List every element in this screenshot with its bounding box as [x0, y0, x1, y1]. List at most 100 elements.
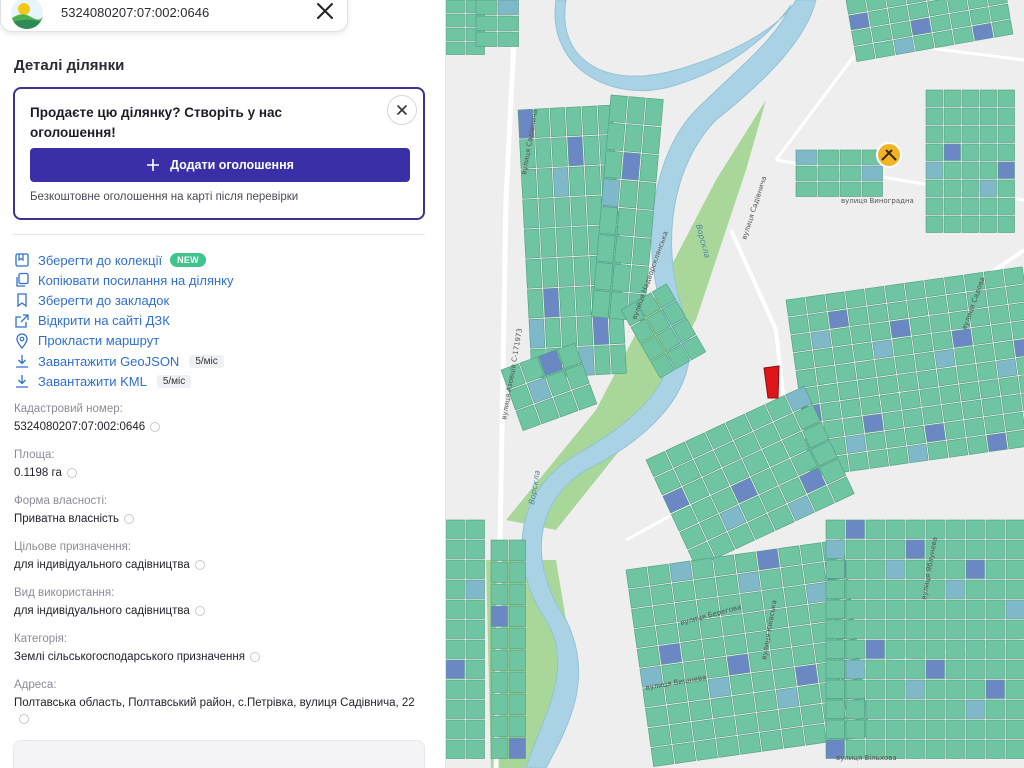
parcel[interactable]: [835, 362, 857, 383]
parcel[interactable]: [945, 579, 965, 599]
parcel[interactable]: [893, 36, 915, 55]
parcel[interactable]: [949, 10, 972, 29]
bottom-card[interactable]: [13, 740, 425, 768]
parcel[interactable]: [783, 584, 808, 607]
parcel[interactable]: [800, 703, 824, 726]
parcel[interactable]: [965, 639, 985, 659]
parcel[interactable]: [981, 396, 1003, 417]
parcel[interactable]: [446, 679, 465, 699]
parcel[interactable]: [845, 434, 867, 454]
parcel[interactable]: [983, 269, 1006, 289]
map-canvas[interactable]: вулиця Садівнича вулиця Садівнича вулиця…: [446, 0, 1024, 768]
parcel[interactable]: [552, 167, 570, 198]
parcel[interactable]: [694, 738, 718, 761]
parcel[interactable]: [943, 125, 961, 143]
parcel[interactable]: [885, 699, 905, 719]
parcel[interactable]: [905, 519, 925, 539]
parcel[interactable]: [508, 627, 526, 649]
parcel[interactable]: [554, 197, 571, 227]
parcel[interactable]: [839, 149, 861, 165]
parcel[interactable]: [641, 125, 662, 155]
parcel[interactable]: [943, 197, 961, 215]
search-bar[interactable]: 5324080207:07:002:0646: [0, 0, 348, 32]
parcel[interactable]: [965, 559, 985, 579]
parcel[interactable]: [945, 539, 965, 559]
parcel[interactable]: [885, 519, 905, 539]
parcel[interactable]: [919, 387, 941, 407]
parcel[interactable]: [825, 539, 845, 559]
parcel[interactable]: [885, 559, 905, 579]
parcel[interactable]: [885, 539, 905, 559]
parcel[interactable]: [465, 579, 485, 599]
parcel[interactable]: [618, 179, 639, 209]
parcel[interactable]: [926, 295, 949, 316]
add-listing-button[interactable]: Додати оголошення: [30, 148, 410, 182]
parcel[interactable]: [508, 605, 526, 627]
parcel[interactable]: [965, 719, 985, 739]
clear-search-close-icon[interactable]: [313, 0, 337, 23]
parcel[interactable]: [954, 346, 976, 366]
parcel[interactable]: [605, 122, 626, 152]
parcel[interactable]: [490, 671, 508, 693]
parcel[interactable]: [845, 619, 865, 639]
parcel[interactable]: [961, 197, 979, 215]
parcel[interactable]: [795, 149, 817, 165]
parcel[interactable]: [965, 699, 985, 719]
parcel[interactable]: [594, 345, 611, 376]
parcel[interactable]: [790, 332, 812, 353]
parcel[interactable]: [716, 735, 740, 758]
parcel[interactable]: [850, 324, 872, 344]
parcel[interactable]: [792, 644, 816, 667]
parcel[interactable]: [634, 626, 658, 649]
parcel[interactable]: [985, 599, 1005, 619]
parcel[interactable]: [839, 181, 861, 197]
parcel[interactable]: [465, 639, 485, 659]
parcel[interactable]: [795, 181, 817, 197]
parcel[interactable]: [490, 649, 508, 671]
parcel[interactable]: [925, 639, 945, 659]
parcel[interactable]: [865, 639, 885, 659]
parcel[interactable]: [865, 699, 885, 719]
parcel[interactable]: [1011, 319, 1024, 340]
parcel[interactable]: [943, 89, 961, 107]
parcel[interactable]: [885, 679, 905, 699]
parcel[interactable]: [914, 351, 936, 372]
parcel[interactable]: [528, 318, 546, 349]
parcel[interactable]: [961, 143, 979, 161]
parcel[interactable]: [997, 107, 1015, 125]
parcel[interactable]: [997, 215, 1015, 233]
parcel[interactable]: [1003, 411, 1024, 432]
parcel[interactable]: [867, 303, 889, 324]
parcel[interactable]: [490, 737, 508, 759]
parcel[interactable]: [785, 297, 807, 317]
parcel[interactable]: [979, 179, 997, 197]
search-input[interactable]: 5324080207:07:002:0646: [61, 5, 209, 20]
parcel[interactable]: [837, 380, 860, 401]
parcel[interactable]: [852, 342, 874, 362]
parcel[interactable]: [1005, 599, 1024, 619]
parcel[interactable]: [867, 449, 889, 469]
parcel[interactable]: [906, 298, 929, 318]
parcel[interactable]: [465, 559, 485, 579]
parcel[interactable]: [591, 289, 611, 319]
parcel[interactable]: [713, 716, 737, 738]
parcel[interactable]: [490, 715, 508, 737]
parcel[interactable]: [446, 0, 465, 13]
parcel[interactable]: [946, 438, 969, 458]
parcel[interactable]: [925, 179, 943, 197]
parcel[interactable]: [446, 13, 465, 27]
parcel[interactable]: [497, 0, 519, 15]
parcel[interactable]: [925, 739, 945, 759]
copy-icon[interactable]: [19, 714, 29, 724]
parcel[interactable]: [825, 699, 845, 719]
parcel[interactable]: [446, 519, 465, 539]
parcel[interactable]: [965, 659, 985, 679]
parcel[interactable]: [910, 17, 932, 36]
parcel[interactable]: [945, 699, 965, 719]
parcel[interactable]: [997, 161, 1015, 179]
parcel[interactable]: [845, 599, 865, 619]
parcel[interactable]: [807, 312, 830, 332]
parcel[interactable]: [817, 181, 839, 197]
parcel[interactable]: [616, 207, 636, 237]
parcel[interactable]: [932, 29, 955, 49]
